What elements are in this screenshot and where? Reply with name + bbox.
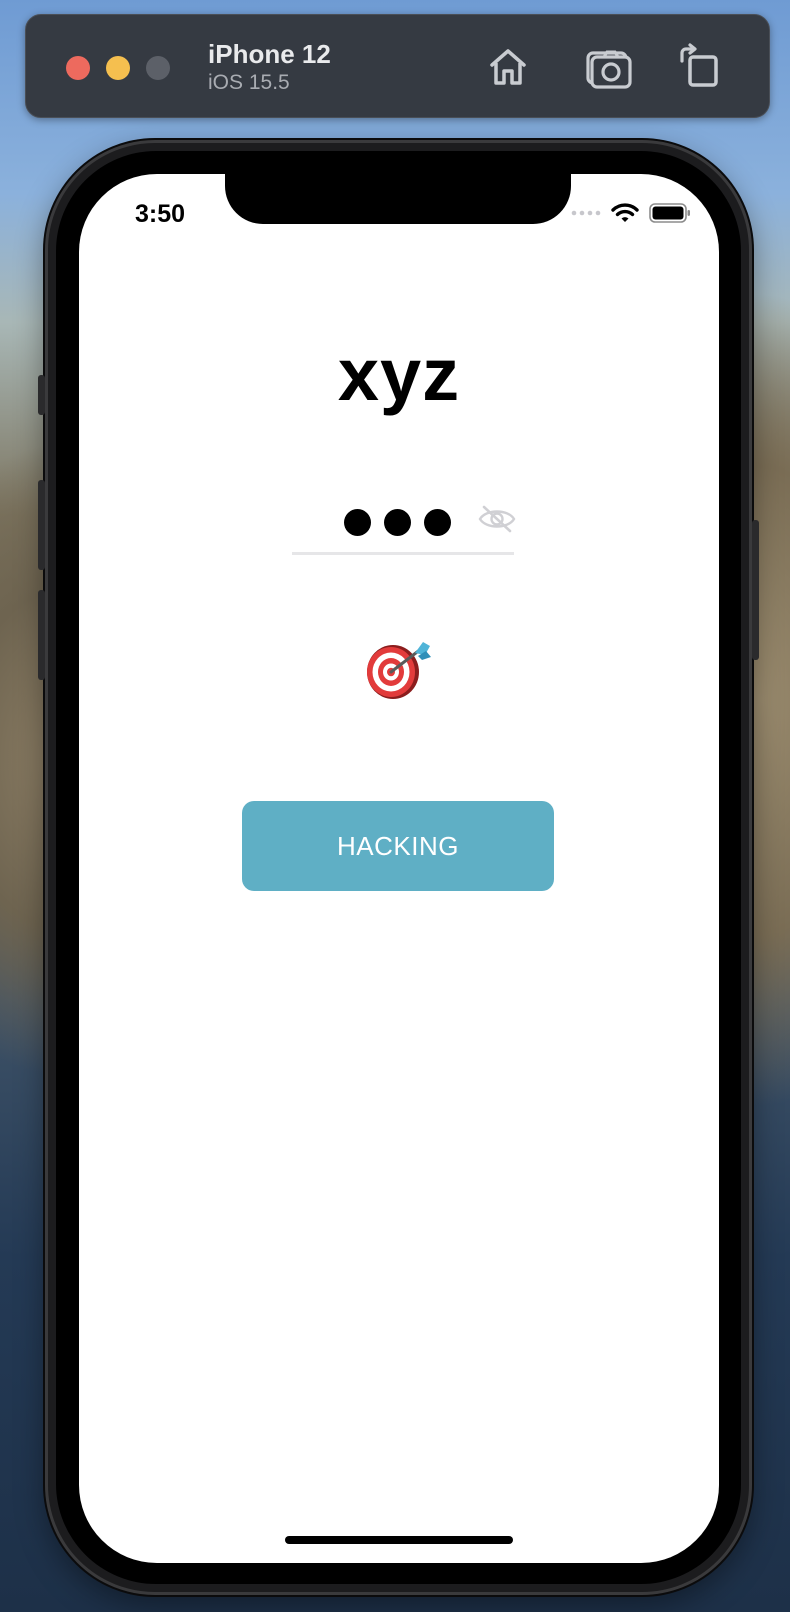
status-time: 3:50 [135,200,186,228]
battery-icon [649,203,690,223]
wifi-icon [611,203,639,222]
home-indicator[interactable] [285,1536,513,1544]
signal-icon [571,210,601,216]
password-field[interactable] [292,494,516,556]
volume-down-button [38,590,45,680]
minimize-window-button[interactable] [106,56,130,80]
simulator-title-bar: iPhone 12 iOS 15.5 [25,14,770,118]
home-icon[interactable] [484,43,532,91]
password-underline [292,552,514,555]
device-name: iPhone 12 [208,39,331,69]
password-mask [344,504,464,538]
direct-hit-icon [367,642,431,699]
mute-switch [38,375,45,415]
close-window-button[interactable] [66,56,90,80]
notch [225,174,571,224]
app-screen: 3:50 xyz HACKING [79,174,719,1563]
volume-up-button [38,480,45,570]
status-icons [571,200,691,226]
os-version: iOS 15.5 [208,71,290,94]
hacking-button[interactable]: HACKING [242,801,554,891]
screenshot-icon[interactable] [584,43,632,91]
power-button [752,520,759,660]
app-title: xyz [337,333,461,416]
eye-slash-icon[interactable] [478,504,516,534]
zoom-window-button[interactable] [146,56,170,80]
rotate-icon[interactable] [676,43,724,91]
